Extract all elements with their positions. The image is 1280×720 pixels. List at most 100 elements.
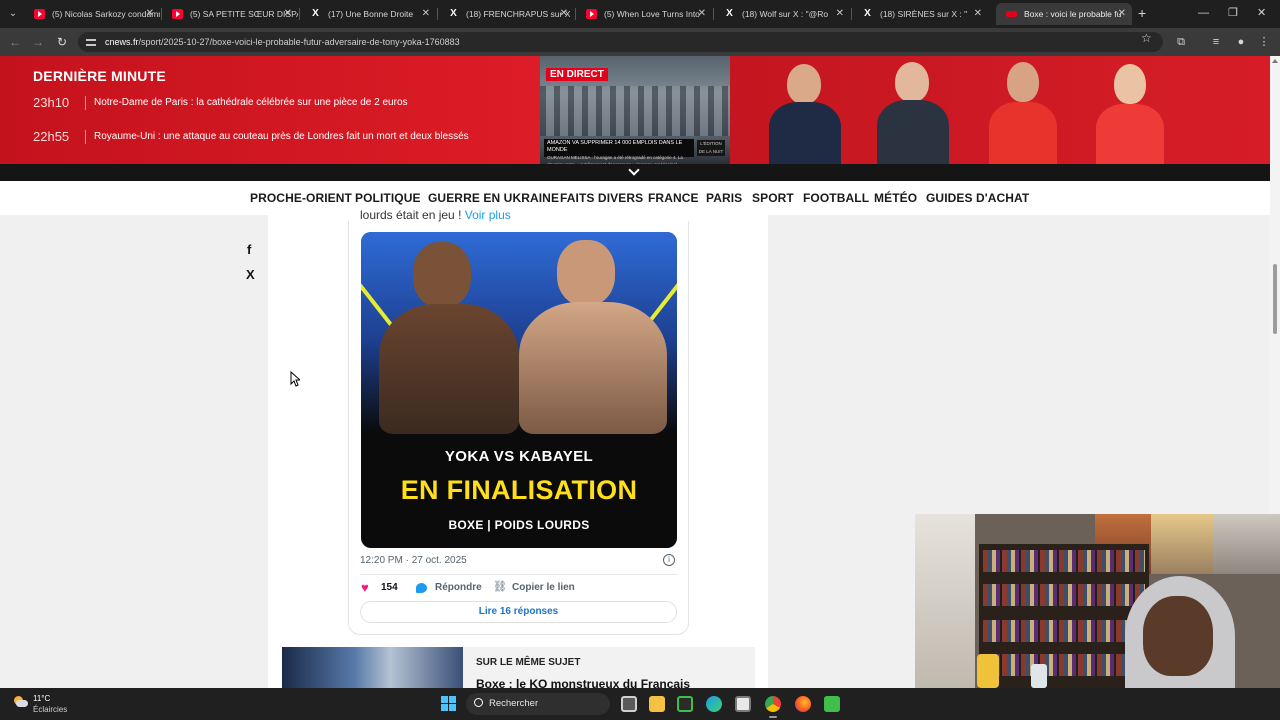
- related-article-card[interactable]: SUR LE MÊME SUJET Boxe : le KO monstrueu…: [282, 647, 755, 688]
- windows-start-icon[interactable]: [441, 696, 456, 711]
- nav-item-meteo[interactable]: MÉTÉO: [874, 181, 917, 215]
- address-bar[interactable]: cnews.fr/sport/2025-10-27/boxe-voici-le-…: [78, 32, 1163, 52]
- related-article-image: [282, 647, 463, 688]
- tab-close-icon[interactable]: ✕: [560, 3, 568, 25]
- fighter-left-body: [379, 304, 519, 434]
- copy-link-button[interactable]: Copier le lien: [512, 582, 575, 593]
- nav-item-guides-d-achat[interactable]: GUIDES D'ACHAT: [926, 181, 1029, 215]
- breaking-news-banner: DERNIÈRE MINUTE 23h10 Notre-Dame de Pari…: [0, 56, 1270, 164]
- tweet-image[interactable]: YOKA VS KABAYEL EN FINALISATION BOXE | P…: [361, 232, 677, 548]
- browser-tab[interactable]: (5) When Love Turns Into ✕: [576, 3, 712, 25]
- browser-tab[interactable]: (5) SA PETITE SŒUR DISPARAÎT ✕: [162, 3, 298, 25]
- tweet-divider: [360, 574, 677, 575]
- search-icon: [474, 698, 483, 707]
- tab-close-icon[interactable]: ✕: [284, 3, 292, 25]
- hosts-promo-image[interactable]: [730, 56, 1270, 164]
- browser-tab[interactable]: X (18) FRENCHRAPUS sur X ✕: [438, 3, 574, 25]
- media-controls-icon[interactable]: ≡: [1207, 33, 1225, 51]
- webcam-poster: [1151, 514, 1213, 574]
- read-replies-button[interactable]: Lire 16 réponses: [360, 601, 677, 623]
- tab-title: Boxe : voici le probable fu: [1024, 9, 1122, 19]
- nav-item-paris[interactable]: PARIS: [706, 181, 742, 215]
- x-icon: X: [726, 8, 733, 19]
- forward-icon[interactable]: →: [29, 33, 47, 51]
- x-icon: X: [312, 8, 319, 19]
- tweet-image-status: EN FINALISATION: [400, 475, 638, 505]
- tab-close-icon[interactable]: ✕: [1118, 3, 1126, 25]
- browser-tab[interactable]: X (18) Wolf sur X : "@Ro ✕: [714, 3, 850, 25]
- tab-title: (5) SA PETITE SŒUR DISPARAÎT: [190, 9, 298, 19]
- see-more-link[interactable]: Voir plus: [465, 208, 511, 222]
- extensions-icon[interactable]: ⧉: [1172, 33, 1190, 51]
- browser-tab[interactable]: X (18) SIRÈNES sur X : " ✕: [852, 3, 988, 25]
- close-window-icon[interactable]: ✕: [1257, 4, 1266, 22]
- host-figure: [873, 56, 953, 164]
- webcam-bottle: [1031, 664, 1047, 688]
- heart-icon[interactable]: ♥: [361, 580, 369, 595]
- microsoft-store-icon[interactable]: [735, 696, 751, 712]
- reload-icon[interactable]: ↻: [53, 33, 71, 51]
- breaking-news-item[interactable]: 22h55 Royaume-Uni : une attaque au coute…: [33, 128, 533, 146]
- chevron-down-icon[interactable]: [628, 164, 640, 176]
- tab-close-icon[interactable]: ✕: [146, 3, 154, 25]
- related-title[interactable]: Boxe : le KO monstrueux du Français: [476, 677, 690, 688]
- weather-partly-cloudy-icon[interactable]: [12, 696, 28, 708]
- file-explorer-icon[interactable]: [649, 696, 665, 712]
- profile-avatar-icon[interactable]: ●: [1232, 33, 1250, 51]
- live-warehouse-image: [540, 86, 730, 136]
- site-info-icon[interactable]: [86, 37, 96, 47]
- nvidia-icon[interactable]: [677, 696, 693, 712]
- edge-browser-icon[interactable]: [706, 696, 722, 712]
- scrollbar-thumb[interactable]: [1273, 264, 1277, 334]
- nav-item-proche-orient[interactable]: PROCHE-ORIENT: [250, 181, 352, 215]
- nav-item-football[interactable]: FOOTBALL: [803, 181, 869, 215]
- tab-title: (18) FRENCHRAPUS sur X: [466, 9, 571, 19]
- menu-kebab-icon[interactable]: ⋮: [1255, 33, 1273, 51]
- banner-expand-bar[interactable]: [0, 164, 1270, 181]
- breaking-news-item[interactable]: 23h10 Notre-Dame de Paris : la cathédral…: [33, 94, 533, 112]
- tab-search-icon[interactable]: ⌄: [4, 5, 22, 23]
- back-icon[interactable]: ←: [6, 33, 24, 51]
- nav-item-sport[interactable]: SPORT: [752, 181, 794, 215]
- nav-item-france[interactable]: FRANCE: [648, 181, 699, 215]
- fighter-left-head: [413, 242, 471, 308]
- minimize-icon[interactable]: —: [1198, 4, 1209, 22]
- reply-bubble-icon[interactable]: [416, 583, 427, 593]
- tab-close-icon[interactable]: ✕: [836, 3, 844, 25]
- browser-tab[interactable]: X (17) Une Bonne Droite ✕: [300, 3, 436, 25]
- obs-app-icon[interactable]: [824, 696, 840, 712]
- info-icon[interactable]: i: [663, 554, 675, 566]
- task-view-icon[interactable]: [621, 696, 637, 712]
- x-share-icon[interactable]: X: [246, 267, 255, 282]
- browser-tab[interactable]: (5) Nicolas Sarkozy condamné ✕: [24, 3, 160, 25]
- news-headline: Royaume-Uni : une attaque au couteau prè…: [94, 131, 469, 142]
- tab-close-icon[interactable]: ✕: [974, 3, 982, 25]
- related-kicker: SUR LE MÊME SUJET: [476, 657, 581, 668]
- weather-temperature[interactable]: 11°C: [33, 694, 50, 703]
- tweet-timestamp[interactable]: 12:20 PM · 27 oct. 2025: [360, 555, 467, 566]
- new-tab-button[interactable]: +: [1138, 4, 1146, 22]
- reply-button[interactable]: Répondre: [435, 582, 482, 593]
- address-toolbar: ← → ↻ cnews.fr/sport/2025-10-27/boxe-voi…: [0, 28, 1280, 56]
- tab-title: (5) When Love Turns Into: [604, 9, 700, 19]
- x-icon: X: [864, 8, 871, 19]
- restore-icon[interactable]: ❐: [1228, 4, 1238, 22]
- fighter-right-body: [519, 302, 667, 434]
- firefox-icon[interactable]: [795, 696, 811, 712]
- facebook-share-icon[interactable]: f: [247, 242, 251, 257]
- tab-close-icon[interactable]: ✕: [422, 3, 430, 25]
- tab-close-icon[interactable]: ✕: [698, 3, 706, 25]
- taskbar-search[interactable]: Rechercher: [466, 693, 610, 715]
- bookmark-star-icon[interactable]: ☆: [1141, 32, 1152, 44]
- main-navigation: PROCHE-ORIENT POLITIQUE GUERRE EN UKRAIN…: [0, 181, 1270, 215]
- link-icon[interactable]: ⛓: [493, 580, 507, 593]
- chrome-browser-icon[interactable]: [765, 696, 781, 712]
- live-tv-player[interactable]: EN DIRECT AMAZON VA SUPPRIMER 14 000 EMP…: [540, 56, 730, 164]
- news-time: 23h10: [33, 95, 70, 110]
- browser-tab-active[interactable]: Boxe : voici le probable fu ✕: [996, 3, 1132, 25]
- tweet-image-headline: YOKA VS KABAYEL: [444, 448, 594, 465]
- scroll-up-icon[interactable]: [1272, 59, 1278, 63]
- nav-item-faits-divers[interactable]: FAITS DIVERS: [560, 181, 643, 215]
- fighter-right-head: [557, 240, 615, 306]
- weather-condition[interactable]: Éclaircies: [33, 705, 67, 714]
